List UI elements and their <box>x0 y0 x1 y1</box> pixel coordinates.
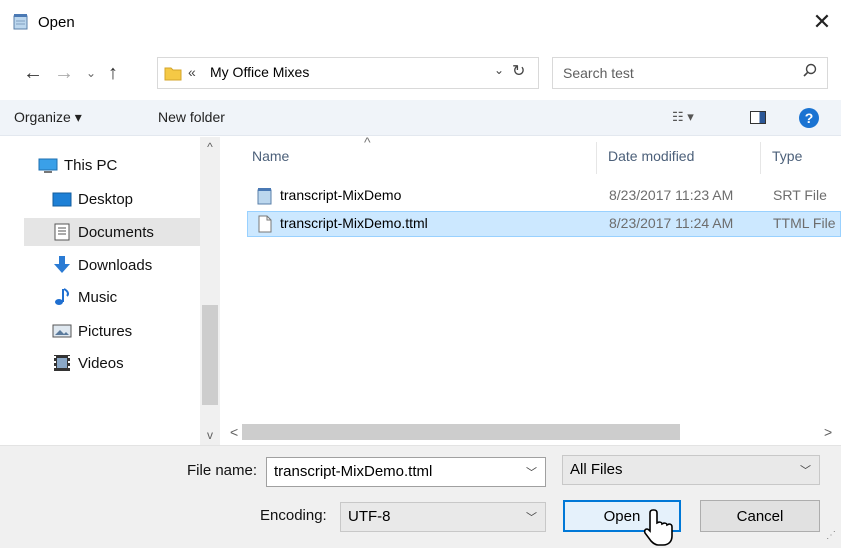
folder-icon <box>164 64 182 82</box>
sidebar-item-label: Music <box>78 288 118 306</box>
sidebar-scrollbar[interactable]: ^ v <box>200 137 220 445</box>
change-view-button[interactable]: ☷ ▾ <box>672 109 694 125</box>
command-toolbar: Organize ▾ New folder ☷ ▾ ? <box>0 100 841 136</box>
refresh-icon[interactable]: ↻ <box>512 61 525 81</box>
file-type-filter-value: All Files <box>570 461 623 478</box>
resize-grip-icon[interactable]: ⋰ <box>826 530 836 541</box>
file-row[interactable]: transcript-MixDemo 8/23/2017 11:23 AM SR… <box>247 183 841 209</box>
column-divider[interactable] <box>596 142 597 174</box>
search-icon[interactable] <box>803 63 817 81</box>
sidebar-item-this-pc[interactable]: This PC <box>38 151 218 179</box>
sidebar-item-label: Documents <box>78 223 154 241</box>
column-header-type[interactable]: Type <box>772 148 802 164</box>
up-arrow-icon[interactable]: ↑ <box>102 61 124 85</box>
scroll-right-icon[interactable]: > <box>824 424 832 440</box>
music-icon <box>52 287 72 307</box>
desktop-icon <box>52 189 72 209</box>
encoding-select[interactable]: UTF-8 ﹀ <box>340 502 546 532</box>
file-date-modified: 8/23/2017 11:24 AM <box>609 215 734 231</box>
encoding-value: UTF-8 <box>348 508 391 525</box>
file-type: SRT File <box>773 187 827 203</box>
recent-locations-icon[interactable]: ⌄ <box>80 61 102 85</box>
preview-pane-icon[interactable] <box>750 111 766 124</box>
search-input[interactable] <box>563 63 783 83</box>
mouse-cursor-icon <box>642 508 676 548</box>
file-row-selected[interactable]: transcript-MixDemo.ttml 8/23/2017 11:24 … <box>247 211 841 237</box>
back-arrow-icon[interactable]: ← <box>22 61 44 85</box>
pc-icon <box>38 155 58 175</box>
sidebar-item-label: Downloads <box>78 256 153 274</box>
scroll-down-icon[interactable]: v <box>200 425 220 445</box>
navigation-pane: This PC Desktop Documents Downloads Musi… <box>0 137 220 445</box>
encoding-label: Encoding: <box>260 507 327 524</box>
search-box[interactable] <box>552 57 828 89</box>
scroll-left-icon[interactable]: < <box>230 424 238 440</box>
file-date-modified: 8/23/2017 11:23 AM <box>609 187 734 203</box>
breadcrumb-chevron-icon[interactable]: « <box>188 64 196 80</box>
blank-file-icon <box>257 215 273 233</box>
chevron-down-icon[interactable]: ﹀ <box>526 509 537 525</box>
file-type: TTML File <box>773 215 836 231</box>
help-icon[interactable]: ? <box>799 108 819 128</box>
downloads-icon <box>52 255 72 275</box>
address-bar[interactable]: « My Office Mixes ⌄ ↻ <box>157 57 539 89</box>
sidebar-item-label: Pictures <box>78 322 133 340</box>
close-icon[interactable]: ✕ <box>808 8 836 36</box>
organize-menu-button[interactable]: Organize ▾ <box>14 109 82 126</box>
window-title: Open <box>38 14 75 31</box>
file-name: transcript-MixDemo <box>280 187 402 203</box>
srt-file-icon <box>257 187 273 205</box>
cancel-button[interactable]: Cancel <box>700 500 820 532</box>
videos-icon <box>52 353 72 373</box>
file-name-label: File name: <box>187 462 258 479</box>
column-headers: ^ Name Date modified Type <box>230 134 841 178</box>
file-name-value[interactable]: transcript-MixDemo.ttml <box>274 463 432 480</box>
file-name-combobox[interactable]: transcript-MixDemo.ttml ﹀ <box>266 457 546 487</box>
chevron-down-icon[interactable]: ﹀ <box>526 464 537 480</box>
column-divider[interactable] <box>760 142 761 174</box>
documents-icon <box>52 222 72 242</box>
chevron-down-icon[interactable]: ﹀ <box>800 462 811 478</box>
column-header-name[interactable]: Name <box>252 148 289 164</box>
sidebar-item-documents[interactable]: Documents <box>24 218 200 246</box>
sidebar-item-label: This PC <box>64 156 118 174</box>
address-dropdown-icon[interactable]: ⌄ <box>494 63 504 77</box>
sidebar-item-label: Videos <box>78 354 124 372</box>
file-name: transcript-MixDemo.ttml <box>280 215 428 231</box>
scrollbar-thumb[interactable] <box>242 424 680 440</box>
notepad-icon <box>12 13 30 31</box>
pictures-icon <box>52 321 72 341</box>
sort-arrow-icon: ^ <box>364 134 371 150</box>
breadcrumb-current-folder[interactable]: My Office Mixes <box>210 64 309 80</box>
new-folder-button[interactable]: New folder <box>158 109 225 125</box>
title-bar: Open ✕ <box>0 0 841 46</box>
scrollbar-thumb[interactable] <box>202 305 218 405</box>
scroll-up-icon[interactable]: ^ <box>200 137 220 157</box>
forward-arrow-icon[interactable]: → <box>53 61 75 85</box>
file-type-filter-select[interactable]: All Files ﹀ <box>562 455 820 485</box>
dialog-footer: File name: transcript-MixDemo.ttml ﹀ All… <box>0 445 841 548</box>
sidebar-item-label: Desktop <box>78 190 134 208</box>
column-header-date-modified[interactable]: Date modified <box>608 148 694 164</box>
file-list-horizontal-scrollbar[interactable]: < > <box>220 420 841 445</box>
